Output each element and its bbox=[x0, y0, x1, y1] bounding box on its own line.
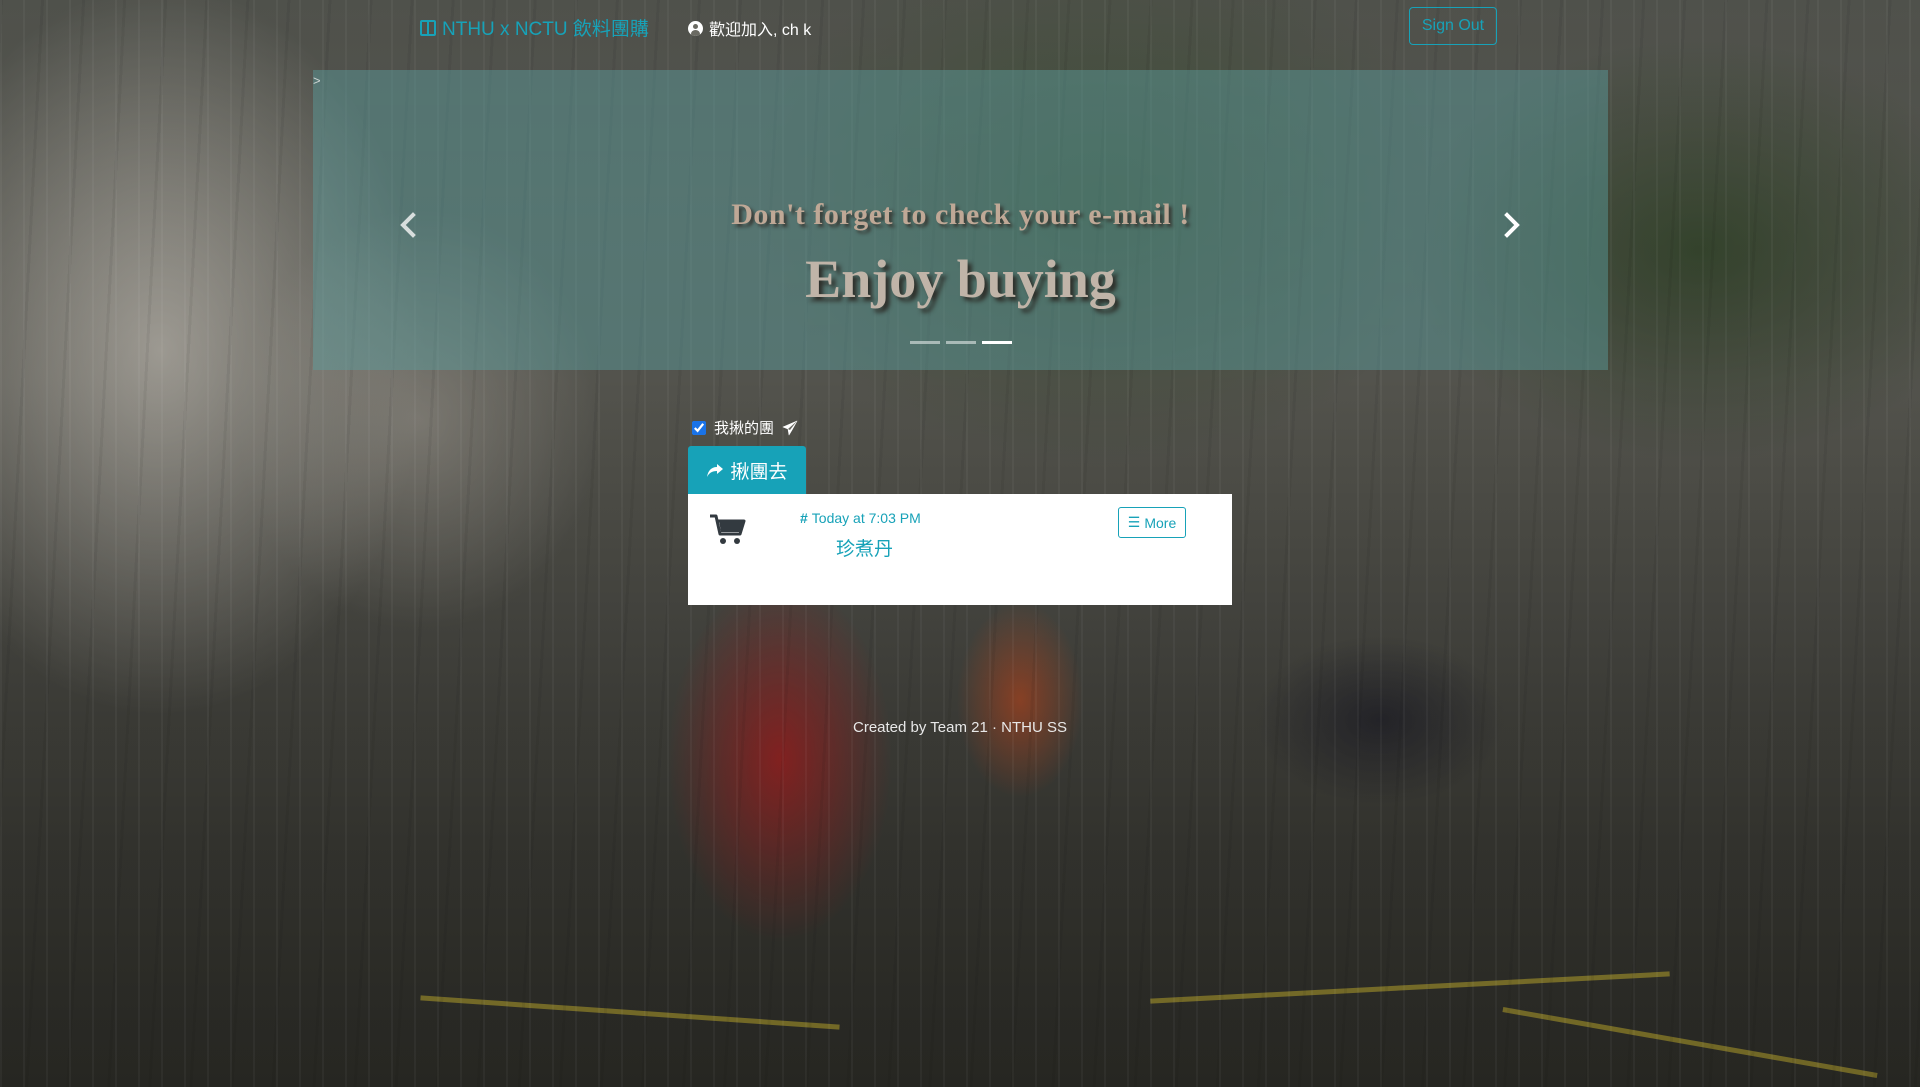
carousel: Don't forget to check your e-mail ! Enjo… bbox=[313, 70, 1608, 370]
group-timestamp: # Today at 7:03 PM bbox=[800, 510, 921, 526]
hashtag-icon: # bbox=[800, 510, 808, 526]
user-circle-icon bbox=[688, 20, 703, 36]
welcome-text: 歡迎加入, ch k bbox=[709, 22, 812, 39]
my-groups-label: 我揪的團 bbox=[714, 420, 775, 437]
welcome-message: 歡迎加入, ch k bbox=[688, 16, 811, 40]
book-icon bbox=[420, 19, 436, 36]
navbar: NTHU x NCTU 飲料團購 歡迎加入, ch k Sign Out bbox=[0, 0, 1920, 52]
share-arrow-icon bbox=[707, 464, 724, 477]
my-groups-filter[interactable]: 我揪的團 bbox=[692, 417, 798, 438]
chevron-right-icon bbox=[1504, 212, 1520, 238]
stray-text: > bbox=[313, 73, 321, 88]
carousel-caption-title: Enjoy buying bbox=[805, 249, 1116, 309]
sign-out-button[interactable]: Sign Out bbox=[1409, 7, 1497, 45]
carousel-indicator-2[interactable] bbox=[945, 341, 976, 344]
hamburger-icon: ☰ bbox=[1127, 514, 1141, 530]
create-group-button[interactable]: 揪團去 bbox=[688, 446, 806, 494]
group-title[interactable]: 珍煮丹 bbox=[836, 534, 893, 561]
group-time-text: Today at 7:03 PM bbox=[811, 510, 921, 526]
carousel-next-button[interactable] bbox=[1491, 205, 1531, 245]
group-card: # Today at 7:03 PM 珍煮丹 ☰ More bbox=[688, 494, 1232, 605]
footer-credits: Created by Team 21 · NTHU SS bbox=[853, 719, 1067, 736]
carousel-indicators bbox=[313, 341, 1608, 344]
chevron-left-icon bbox=[400, 212, 416, 238]
carousel-indicator-3[interactable] bbox=[981, 341, 1012, 344]
shopping-cart-icon bbox=[710, 514, 746, 544]
more-button[interactable]: ☰ More bbox=[1118, 507, 1186, 538]
brand-link[interactable]: NTHU x NCTU 飲料團購 bbox=[420, 14, 649, 41]
carousel-indicator-1[interactable] bbox=[909, 341, 940, 344]
carousel-prev-button[interactable] bbox=[389, 205, 429, 245]
my-groups-checkbox[interactable] bbox=[692, 420, 706, 435]
carousel-caption-subtitle: Don't forget to check your e-mail ! bbox=[731, 198, 1190, 231]
more-label: More bbox=[1144, 514, 1177, 531]
create-group-label: 揪團去 bbox=[730, 461, 788, 483]
paper-plane-icon bbox=[782, 420, 798, 436]
brand-text: NTHU x NCTU 飲料團購 bbox=[442, 19, 649, 40]
